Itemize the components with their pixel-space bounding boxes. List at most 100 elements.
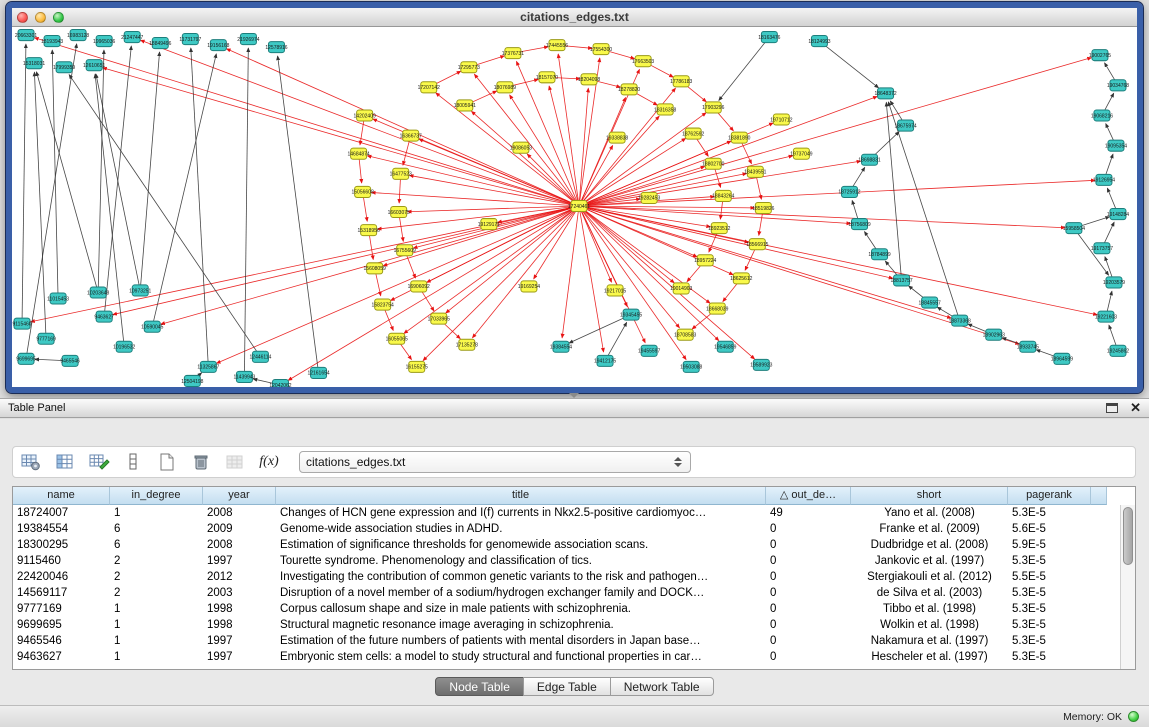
minimize-window-button[interactable] [35,12,46,23]
function-builder-icon[interactable]: f(x) [257,451,281,473]
graph-node[interactable]: 18873368 [949,315,971,326]
graph-node[interactable]: 17033965 [428,313,450,324]
graph-node[interactable]: 15318956 [358,225,380,236]
graph-node[interactable]: 19169254 [518,281,540,292]
graph-edge[interactable] [579,58,1091,206]
graph-node[interactable]: 18957224 [694,255,716,266]
graph-node[interactable]: 19095354 [1105,140,1127,151]
tab-node-table[interactable]: Node Table [435,677,524,696]
graph-node[interactable]: 15958504 [1063,223,1085,234]
graph-edge[interactable] [579,113,706,206]
graph-node[interactable]: 12610651 [83,60,105,71]
table-scrollbar[interactable] [1120,505,1135,669]
graph-edge[interactable] [446,206,579,313]
column-header-name[interactable]: name [13,487,110,505]
graph-node[interactable]: 18849496 [149,38,171,49]
tab-edge-table[interactable]: Edge Table [523,677,611,696]
graph-edge[interactable] [579,206,612,282]
graph-node[interactable]: 11325867 [197,361,219,372]
graph-node[interactable]: 18668039 [706,303,728,314]
graph-node[interactable]: 18902963 [983,329,1005,340]
graph-node[interactable]: 19282453 [638,192,660,203]
graph-edge[interactable] [26,44,77,359]
column-header-out_degree[interactable]: △ out_de… [766,487,851,505]
graph-edge[interactable] [579,206,893,278]
table-row[interactable]: 977716911998Corpus callosum shape and si… [13,601,1120,617]
graph-node[interactable]: 14684874 [348,148,370,159]
graph-node[interactable]: 16983128 [67,30,89,41]
tab-network-table[interactable]: Network Table [610,677,714,696]
graph-node[interactable]: 16055065 [386,333,408,344]
graph-edge[interactable] [113,206,579,315]
graph-node[interactable]: 9699695 [16,353,36,364]
graph-node[interactable]: 19412175 [594,355,616,366]
column-header-in_degree[interactable]: in_degree [110,487,203,505]
graph-node[interactable]: 18204098 [578,74,600,85]
graph-node[interactable]: 17554300 [590,44,612,55]
graph-edge[interactable] [35,38,579,206]
network-canvas[interactable]: 2066330118193943169831281996503621247447… [12,27,1137,387]
graph-node[interactable]: 19245862 [1107,345,1129,356]
zoom-window-button[interactable] [53,12,64,23]
table-row[interactable]: 1456911722003Disruption of a novel membe… [13,585,1120,601]
graph-edge[interactable] [579,206,674,283]
graph-node[interactable]: 18843264 [712,190,734,201]
graph-node[interactable]: 12578916 [265,42,287,53]
graph-node[interactable]: 15056608 [352,186,374,197]
table-select[interactable]: citations_edges.txt [299,451,691,473]
graph-node[interactable]: 18708583 [674,329,696,340]
graph-edge[interactable] [579,206,1065,228]
network-graph[interactable]: 2066330118193943169831281996503621247447… [12,27,1137,387]
graph-edge[interactable] [383,206,579,266]
graph-edge[interactable] [140,52,159,290]
graph-edge[interactable] [278,56,319,373]
graph-node[interactable]: 17376731 [502,48,524,59]
graph-node[interactable]: 19034768 [1107,80,1129,91]
graph-node[interactable]: 19129171 [478,219,500,230]
graph-node[interactable]: 19156168 [207,40,229,51]
graph-node[interactable]: 19221603 [1095,311,1117,322]
graph-edge[interactable] [579,206,719,341]
column-header-title[interactable]: title [276,487,766,505]
graph-node[interactable]: 17135278 [456,339,478,350]
graph-node[interactable]: 19086053 [510,142,532,153]
graph-node[interactable]: 19455597 [638,345,660,356]
graph-node[interactable]: 18802700 [702,158,724,169]
graph-edge[interactable] [152,54,216,327]
new-table-icon[interactable] [155,451,179,473]
graph-node[interactable]: 18439551 [744,166,766,177]
graph-edge[interactable] [579,206,604,352]
graph-node[interactable]: 15608059 [364,263,386,274]
graph-node[interactable]: 19737049 [790,148,812,159]
graph-edge[interactable] [427,206,579,282]
graph-node[interactable]: 9463627 [94,311,114,322]
table-settings-icon[interactable] [19,451,43,473]
graph-edge[interactable] [52,50,58,298]
graph-node[interactable]: 12504198 [181,375,203,386]
graph-node[interactable]: 10590045 [141,321,163,332]
graph-node[interactable]: 16603075 [388,206,410,217]
graph-node[interactable]: 19203579 [1103,277,1125,288]
graph-node[interactable]: 19148284 [1107,209,1129,220]
graph-edge[interactable] [472,111,579,206]
graph-node[interactable]: 19014903 [670,283,692,294]
graph-node[interactable]: 18566915 [746,239,768,250]
close-window-button[interactable] [17,12,28,23]
float-panel-icon[interactable] [1106,403,1118,413]
graph-node[interactable]: 18163476 [758,32,780,43]
graph-edge[interactable] [579,206,951,318]
table-edit-icon[interactable] [87,451,111,473]
table-row[interactable]: 2242004622012Investigating the contribut… [13,569,1120,585]
graph-node[interactable]: 16366737 [400,130,422,141]
graph-edge[interactable] [96,74,140,290]
graph-node[interactable]: 18762592 [682,128,704,139]
graph-node[interactable]: 18784899 [868,249,890,260]
graph-node[interactable]: 10196532 [113,341,135,352]
graph-edge[interactable] [888,102,959,321]
table-row[interactable]: 969969511998Structural magnetic resonanc… [13,617,1120,633]
table-scrollbar-thumb[interactable] [1123,507,1133,565]
graph-node[interactable]: 19710712 [770,114,792,125]
graph-node[interactable]: 17903296 [702,102,724,113]
table-row[interactable]: 1872400712008Changes of HCN gene express… [13,505,1120,521]
graph-node[interactable]: 18381890 [728,132,750,143]
